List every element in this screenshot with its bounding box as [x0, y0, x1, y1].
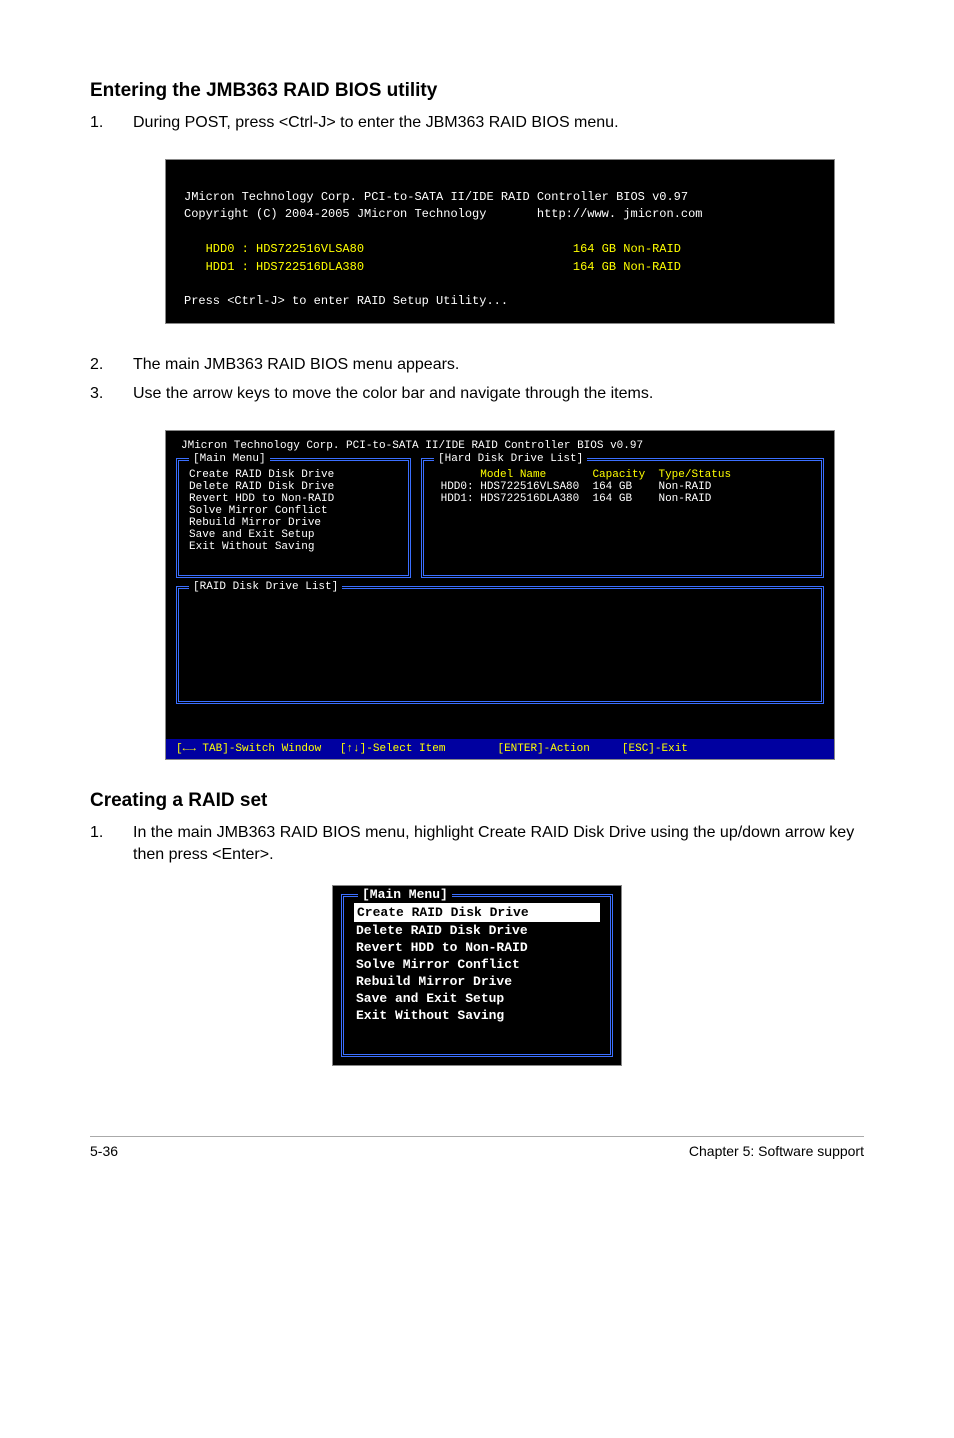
bios-footer-bar: [←→ TAB]-Switch Window [↑↓]-Select Item …: [166, 739, 834, 759]
main-menu-item[interactable]: Exit Without Saving: [354, 1007, 600, 1024]
bios-menu-item[interactable]: Rebuild Mirror Drive: [189, 517, 398, 529]
bios-drive-row: HDD1: HDS722516DLA380 164 GB Non-RAID: [434, 493, 811, 505]
terminal-hdd-line: HDD0 : HDS722516VLSA80 164 GB Non-RAID: [184, 242, 681, 256]
main-menu-item[interactable]: Solve Mirror Conflict: [354, 956, 600, 973]
bios-footer-select: [↑↓]-Select Item: [340, 743, 446, 755]
step-number: 2.: [90, 354, 108, 376]
bios-raid-list-box: [RAID Disk Drive List]: [176, 586, 824, 704]
step-text: In the main JMB363 RAID BIOS menu, highl…: [133, 822, 864, 865]
terminal-line: Copyright (C) 2004-2005 JMicron Technolo…: [184, 207, 703, 221]
bios-menu-item[interactable]: Solve Mirror Conflict: [189, 505, 398, 517]
bios-menu-item[interactable]: Create RAID Disk Drive: [189, 469, 398, 481]
bios-box-legend: [Hard Disk Drive List]: [434, 453, 587, 465]
main-menu-legend: [Main Menu]: [358, 887, 452, 902]
main-menu-item[interactable]: Save and Exit Setup: [354, 990, 600, 1007]
terminal-line: JMicron Technology Corp. PCI-to-SATA II/…: [184, 190, 688, 204]
bios-footer-switch: [←→ TAB]-Switch Window: [176, 743, 321, 755]
heading-creating-raid-set: Creating a RAID set: [90, 790, 864, 812]
page-number: 5-36: [90, 1143, 118, 1159]
terminal-hdd-line: HDD1 : HDS722516DLA380 164 GB Non-RAID: [184, 260, 681, 274]
step-item: 1. During POST, press <Ctrl-J> to enter …: [90, 112, 864, 134]
steps-list-after-terminal: 2. The main JMB363 RAID BIOS menu appear…: [90, 354, 864, 405]
step-number: 1.: [90, 822, 108, 865]
bios-box-legend: [Main Menu]: [189, 453, 270, 465]
bios-menu-screen: JMicron Technology Corp. PCI-to-SATA II/…: [165, 430, 835, 760]
step-number: 3.: [90, 383, 108, 405]
step-text: During POST, press <Ctrl-J> to enter the…: [133, 112, 619, 134]
bios-menu-item[interactable]: Save and Exit Setup: [189, 529, 398, 541]
main-menu-item-selected[interactable]: Create RAID Disk Drive: [354, 903, 600, 922]
bios-drive-row: HDD0: HDS722516VLSA80 164 GB Non-RAID: [434, 481, 811, 493]
step-item: 2. The main JMB363 RAID BIOS menu appear…: [90, 354, 864, 376]
step-text: The main JMB363 RAID BIOS menu appears.: [133, 354, 459, 376]
steps-list-2: 1. In the main JMB363 RAID BIOS menu, hi…: [90, 822, 864, 865]
main-menu-box: [Main Menu] Create RAID Disk Drive Delet…: [341, 894, 613, 1057]
bios-hdd-list-box: [Hard Disk Drive List] Model Name Capaci…: [421, 458, 824, 578]
chapter-label: Chapter 5: Software support: [689, 1143, 864, 1159]
main-menu-item[interactable]: Revert HDD to Non-RAID: [354, 939, 600, 956]
heading-entering-utility: Entering the JMB363 RAID BIOS utility: [90, 80, 864, 102]
terminal-post-screen: JMicron Technology Corp. PCI-to-SATA II/…: [165, 159, 835, 324]
step-item: 3. Use the arrow keys to move the color …: [90, 383, 864, 405]
page-content: Entering the JMB363 RAID BIOS utility 1.…: [0, 0, 954, 1199]
step-item: 1. In the main JMB363 RAID BIOS menu, hi…: [90, 822, 864, 865]
terminal-prompt: Press <Ctrl-J> to enter RAID Setup Utili…: [184, 294, 508, 308]
bios-box-legend: [RAID Disk Drive List]: [189, 581, 342, 593]
main-menu-item[interactable]: Delete RAID Disk Drive: [354, 922, 600, 939]
bios-menu-item[interactable]: Revert HDD to Non-RAID: [189, 493, 398, 505]
step-text: Use the arrow keys to move the color bar…: [133, 383, 653, 405]
bios-menu-item[interactable]: Delete RAID Disk Drive: [189, 481, 398, 493]
bios-main-menu-box: [Main Menu] Create RAID Disk Drive Delet…: [176, 458, 411, 578]
bios-menu-item[interactable]: Exit Without Saving: [189, 541, 398, 553]
steps-list-1: 1. During POST, press <Ctrl-J> to enter …: [90, 112, 864, 134]
page-footer: 5-36 Chapter 5: Software support: [90, 1136, 864, 1159]
bios-footer-exit: [ESC]-Exit: [622, 743, 688, 755]
main-menu-closeup: [Main Menu] Create RAID Disk Drive Delet…: [332, 885, 622, 1066]
bios-drive-header: Model Name Capacity Type/Status: [434, 469, 811, 481]
step-number: 1.: [90, 112, 108, 134]
bios-footer-action: [ENTER]-Action: [497, 743, 589, 755]
main-menu-item[interactable]: Rebuild Mirror Drive: [354, 973, 600, 990]
